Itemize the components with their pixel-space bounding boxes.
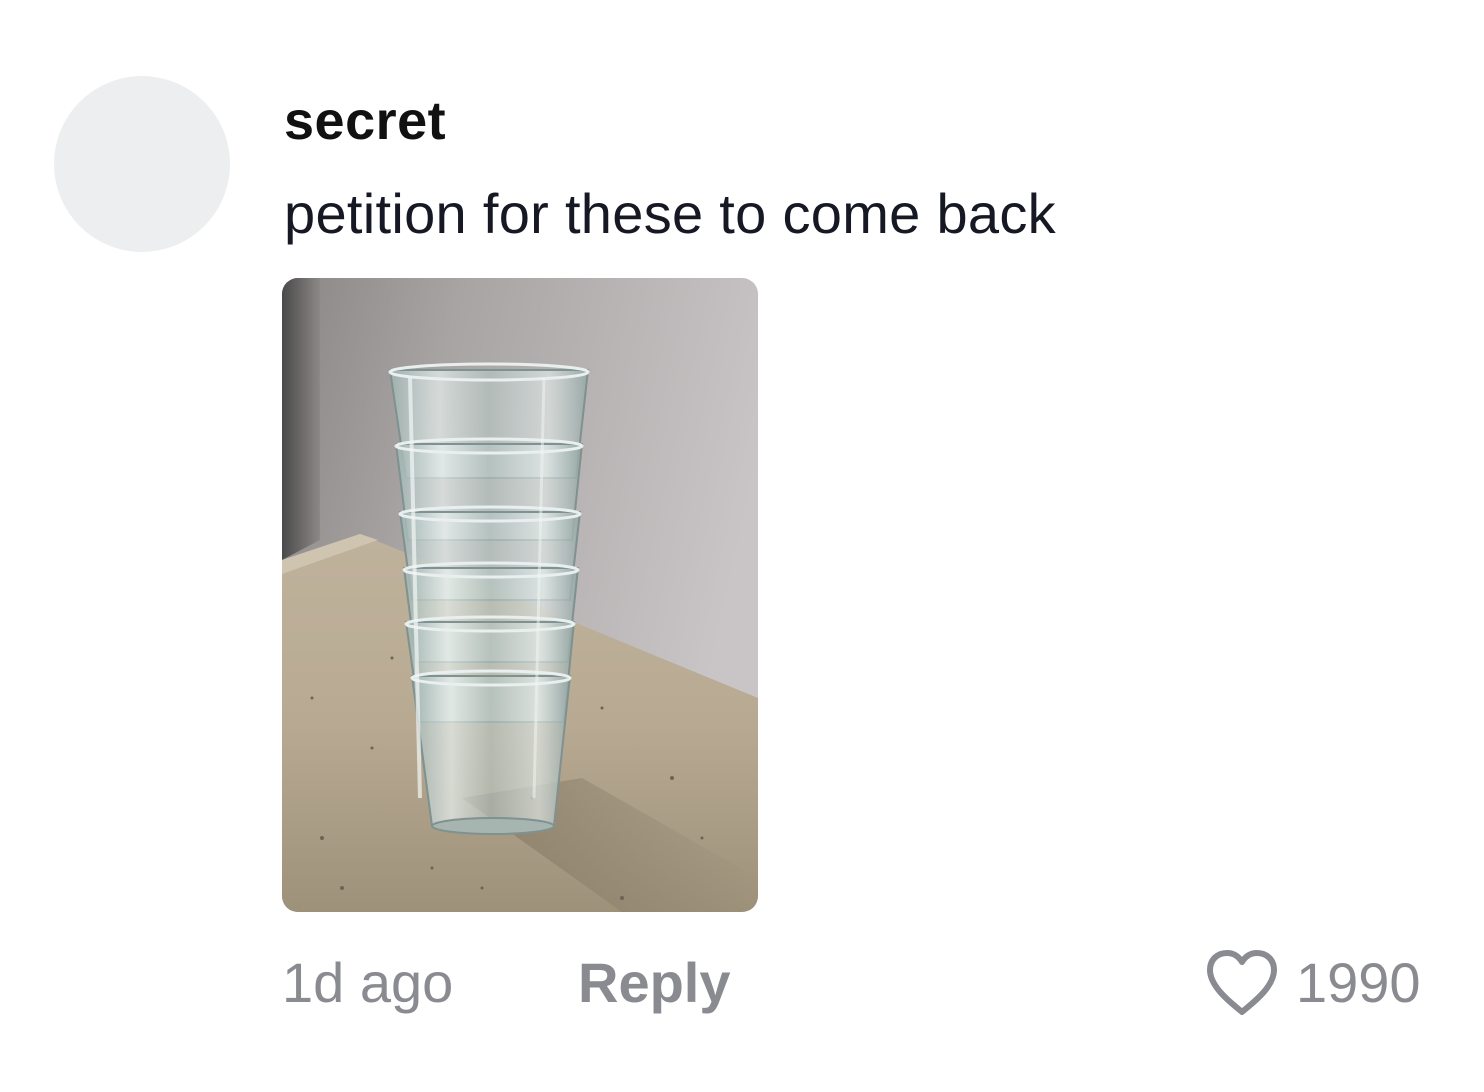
like-count: 1990	[1296, 951, 1421, 1014]
like-button[interactable]: 1990	[1204, 946, 1421, 1020]
heart-outline-icon[interactable]	[1204, 948, 1280, 1018]
comment-text: petition for these to come back	[284, 182, 1056, 245]
reply-button[interactable]: Reply	[578, 950, 731, 1016]
comment-image[interactable]	[282, 278, 758, 912]
username[interactable]: secret	[284, 88, 446, 154]
comment-item: secret petition for these to come back 1…	[0, 0, 1484, 1092]
comment-timestamp: 1d ago	[282, 951, 454, 1014]
avatar[interactable]	[54, 76, 230, 252]
